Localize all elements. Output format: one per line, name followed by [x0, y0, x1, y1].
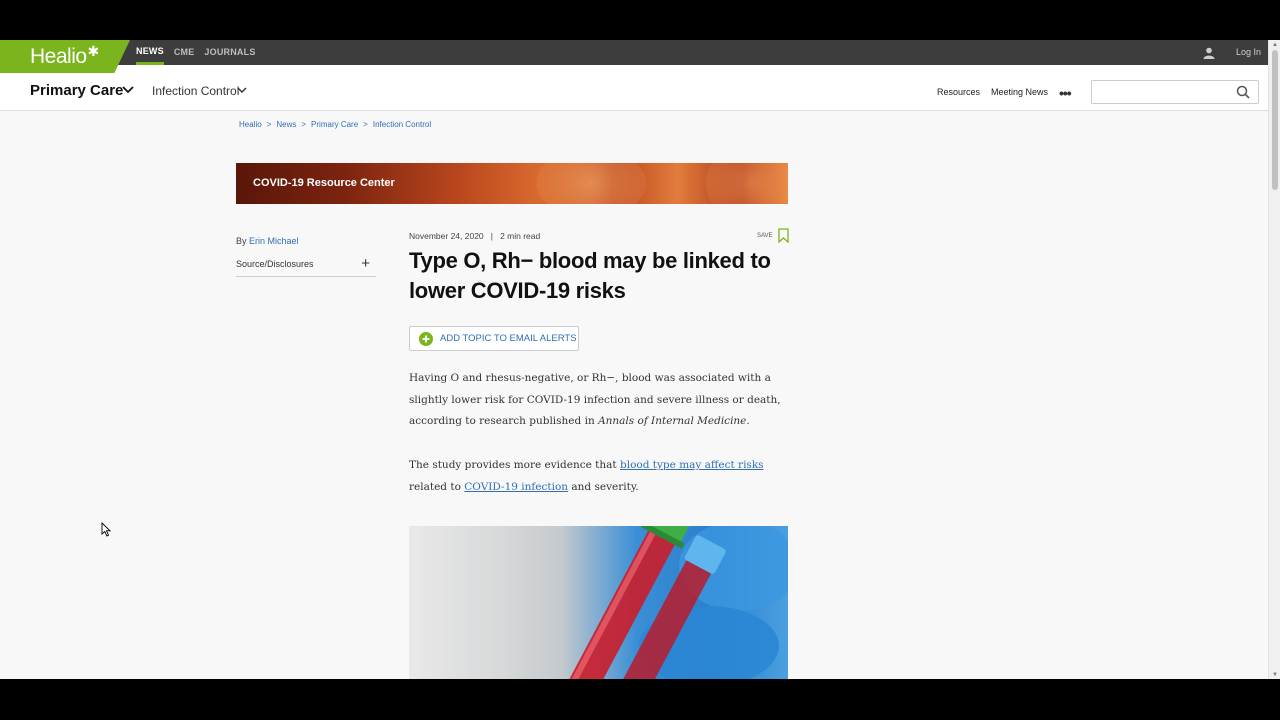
author-link[interactable]: Erin Michael: [249, 236, 299, 246]
save-button[interactable]: SAVE: [757, 228, 789, 243]
search-input[interactable]: [1098, 81, 1228, 103]
p1-end: .: [746, 415, 750, 428]
browser-viewport: Healio✱ NEWS CME JOURNALS Log In Primary…: [0, 40, 1280, 679]
article-paragraph: Having O and rhesus-negative, or Rh−, bl…: [409, 368, 789, 433]
mouse-cursor-icon: [101, 522, 111, 537]
covid-infection-link[interactable]: COVID-19 infection: [464, 481, 568, 493]
breadcrumb-healio[interactable]: Healio: [239, 120, 262, 129]
scroll-thumb[interactable]: [1272, 50, 1278, 190]
chevron-down-icon[interactable]: [237, 86, 247, 95]
page-scrollbar[interactable]: ▲ ▼: [1268, 40, 1280, 679]
breadcrumb-infection-control[interactable]: Infection Control: [373, 120, 431, 129]
save-label: SAVE: [757, 232, 773, 239]
plus-icon[interactable]: +: [361, 253, 370, 275]
logo-text: Healio: [30, 45, 87, 68]
nav-news[interactable]: NEWS: [136, 40, 164, 65]
read-time: 2 min read: [500, 231, 541, 241]
p2-text-b: related to: [409, 480, 461, 493]
user-icon[interactable]: [1203, 47, 1215, 59]
search-box: [1091, 80, 1259, 104]
top-bar: Healio✱ NEWS CME JOURNALS Log In: [0, 40, 1268, 73]
meeting-news-link[interactable]: Meeting News: [991, 87, 1048, 97]
banner-decoration: [706, 163, 788, 204]
article-date: November 24, 2020: [409, 231, 484, 241]
scroll-up-icon[interactable]: ▲: [1272, 42, 1278, 48]
article-meta: November 24, 2020 | 2 min read: [409, 231, 540, 241]
section-title[interactable]: Primary Care: [30, 82, 123, 99]
breadcrumb-separator: >: [301, 120, 307, 129]
bookmark-icon: [777, 228, 789, 243]
nav-journals[interactable]: JOURNALS: [204, 40, 255, 65]
more-menu-icon[interactable]: •••: [1059, 85, 1072, 101]
healio-logo[interactable]: Healio✱: [0, 40, 130, 73]
breadcrumb-separator: >: [266, 120, 272, 129]
breadcrumb-primary-care[interactable]: Primary Care: [311, 120, 358, 129]
article-photo-blood-tubes: [409, 526, 788, 679]
alert-button-label: ADD TOPIC TO EMAIL ALERTS: [440, 333, 577, 344]
article-paragraph: The study provides more evidence that bl…: [409, 455, 789, 498]
subsection-title[interactable]: Infection Control: [152, 84, 239, 98]
breadcrumb-news[interactable]: News: [276, 120, 296, 129]
banner-decoration: [536, 163, 646, 204]
covid-resource-banner[interactable]: COVID-19 Resource Center: [236, 163, 788, 204]
add-topic-email-alerts-button[interactable]: ADD TOPIC TO EMAIL ALERTS: [409, 326, 579, 351]
search-icon[interactable]: [1236, 85, 1250, 99]
journal-name: Annals of Internal Medicine: [598, 415, 747, 428]
resources-link[interactable]: Resources: [937, 87, 980, 97]
blood-tube-illustration: [568, 526, 788, 679]
banner-title: COVID-19 Resource Center: [253, 177, 395, 189]
meta-separator: |: [490, 231, 493, 241]
login-link[interactable]: Log In: [1236, 40, 1261, 65]
chevron-down-icon[interactable]: [122, 85, 134, 95]
breadcrumb: Healio > News > Primary Care > Infection…: [239, 120, 431, 129]
plus-circle-icon: [419, 331, 433, 346]
p2-text-c: and severity.: [571, 480, 639, 493]
scroll-down-icon[interactable]: ▼: [1272, 672, 1278, 678]
nav-cme[interactable]: CME: [174, 40, 195, 65]
section-bar: Primary Care Infection Control Resources…: [0, 65, 1268, 111]
logo-star-icon: ✱: [87, 43, 100, 59]
breadcrumb-separator: >: [363, 120, 368, 129]
source-disclosures-toggle[interactable]: Source/Disclosures +: [236, 253, 376, 277]
byline: By Erin Michael: [236, 236, 299, 246]
byline-prefix: By: [236, 236, 247, 246]
disclosures-label: Source/Disclosures: [236, 259, 314, 269]
top-nav: NEWS CME JOURNALS: [136, 40, 256, 65]
blood-type-link[interactable]: blood type may affect risks: [620, 459, 764, 471]
p2-text-a: The study provides more evidence that: [409, 459, 617, 471]
article-headline: Type O, Rh− blood may be linked to lower…: [409, 248, 771, 303]
